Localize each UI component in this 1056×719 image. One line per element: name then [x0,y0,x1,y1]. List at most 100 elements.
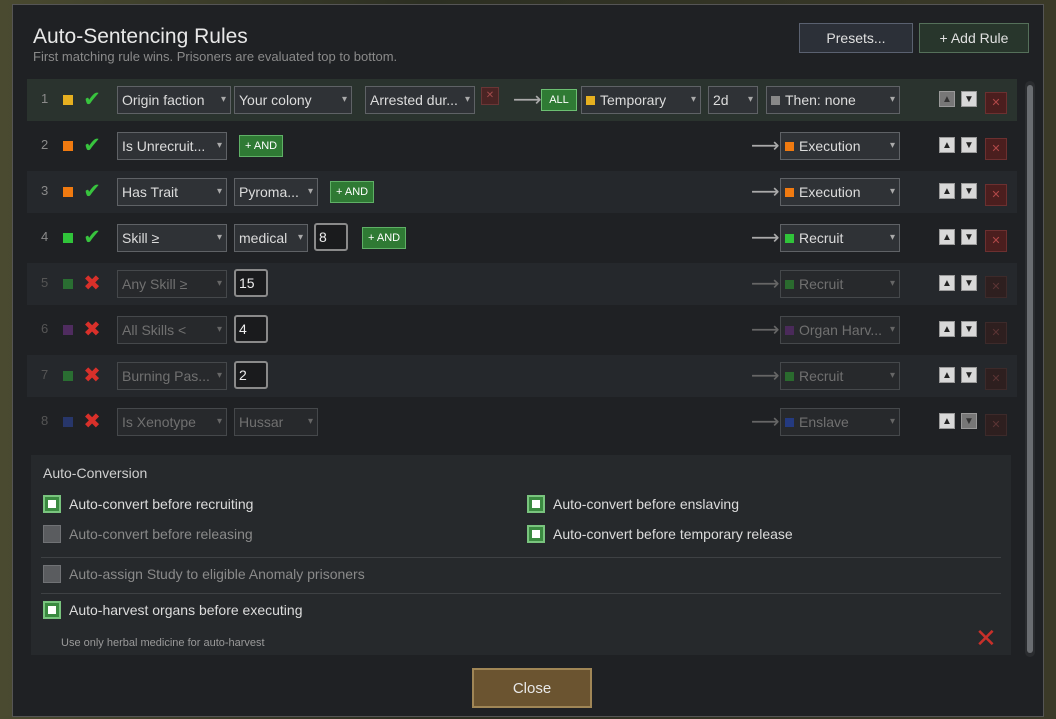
checkmark-icon[interactable]: ✔ [81,179,103,205]
rule-row-6[interactable]: 6 ✖ All Skills < 4 ⟶ Organ Harv... ▲ ▼ ✕ [27,309,1017,351]
rule-row-5[interactable]: 5 ✖ Any Skill ≥ 15 ⟶ Recruit ▲ ▼ ✕ [27,263,1017,305]
rule-number: 6 [41,321,49,336]
cross-icon[interactable]: ✖ [81,363,103,389]
delete-rule-button[interactable]: ✕ [985,230,1007,252]
move-up-button[interactable]: ▲ [939,229,955,245]
condition-value-dropdown[interactable]: medical [234,224,308,252]
color-swatch[interactable] [63,141,73,151]
action-dropdown[interactable]: Execution [780,132,900,160]
condition-type-dropdown[interactable]: Any Skill ≥ [117,270,227,298]
move-up-button[interactable]: ▲ [939,137,955,153]
rule-row-2[interactable]: 2 ✔ Is Unrecruit... + AND ⟶ Execution ▲ … [27,125,1017,167]
move-down-button[interactable]: ▼ [961,321,977,337]
color-swatch[interactable] [63,233,73,243]
rule-row-7[interactable]: 7 ✖ Burning Pas... 2 ⟶ Recruit ▲ ▼ ✕ [27,355,1017,397]
convert-before-temporary-checkbox[interactable] [527,525,545,543]
condition-type-dropdown[interactable]: All Skills < [117,316,227,344]
delete-rule-button[interactable]: ✕ [985,184,1007,206]
action-dropdown[interactable]: Temporary [581,86,701,114]
move-down-button[interactable]: ▼ [961,137,977,153]
condition-type-dropdown[interactable]: Skill ≥ [117,224,227,252]
condition-type-dropdown[interactable]: Origin faction [117,86,231,114]
action-dropdown[interactable]: Organ Harv... [780,316,900,344]
move-up-button[interactable]: ▲ [939,413,955,429]
action-dropdown[interactable]: Enslave [780,408,900,436]
delete-rule-button[interactable]: ✕ [985,414,1007,436]
add-and-button[interactable]: + AND [330,181,375,203]
convert-before-enslaving-checkbox[interactable] [527,495,545,513]
rule-row-8[interactable]: 8 ✖ Is Xenotype Hussar ⟶ Enslave ▲ ▼ ✕ [27,401,1017,443]
rule-number: 3 [41,183,49,198]
color-swatch[interactable] [63,279,73,289]
presets-button[interactable]: Presets... [799,23,913,53]
checkmark-icon[interactable]: ✔ [81,225,103,251]
color-swatch[interactable] [63,325,73,335]
assign-study-checkbox[interactable] [43,565,61,583]
move-up-button[interactable]: ▲ [939,367,955,383]
rule-row-3[interactable]: 3 ✔ Has Trait Pyroma... + AND ⟶ Executio… [27,171,1017,213]
color-swatch[interactable] [63,187,73,197]
harvest-organs-checkbox[interactable] [43,601,61,619]
move-down-button[interactable]: ▼ [961,413,977,429]
move-down-button[interactable]: ▼ [961,183,977,199]
add-and-button[interactable]: + AND [362,227,407,249]
move-up-button[interactable]: ▲ [939,91,955,107]
condition-extra-dropdown[interactable]: Arrested dur... [365,86,475,114]
condition-type-dropdown[interactable]: Is Xenotype [117,408,227,436]
add-rule-button[interactable]: + Add Rule [919,23,1029,53]
move-down-button[interactable]: ▼ [961,367,977,383]
move-up-button[interactable]: ▲ [939,183,955,199]
convert-before-releasing-label: Auto-convert before releasing [69,526,253,542]
value-input[interactable]: 8 [314,223,348,251]
color-swatch[interactable] [63,371,73,381]
action-dropdown[interactable]: Recruit [780,224,900,252]
condition-value-dropdown[interactable]: Hussar [234,408,318,436]
delete-rule-button[interactable]: ✕ [985,322,1007,344]
value-input[interactable]: 4 [234,315,268,343]
convert-before-releasing-checkbox[interactable] [43,525,61,543]
convert-before-recruiting-checkbox[interactable] [43,495,61,513]
action-dropdown[interactable]: Recruit [780,270,900,298]
all-toggle-button[interactable]: ALL [541,89,577,111]
color-swatch[interactable] [63,417,73,427]
move-down-button[interactable]: ▼ [961,275,977,291]
divider [41,557,1001,558]
action-label: Recruit [799,276,844,292]
arrow-right-icon: ⟶ [751,181,780,203]
delete-rule-button[interactable]: ✕ [985,368,1007,390]
delete-rule-button[interactable]: ✕ [985,92,1007,114]
delete-rule-button[interactable]: ✕ [985,138,1007,160]
herbal-medicine-disabled-icon[interactable]: ✕ [975,623,997,654]
herbal-medicine-option[interactable]: Use only herbal medicine for auto-harves… [61,637,265,649]
checkmark-icon[interactable]: ✔ [81,133,103,159]
rule-number: 5 [41,275,49,290]
rule-row-1[interactable]: 1 ✔ Origin faction Your colony Arrested … [27,79,1017,121]
condition-type-dropdown[interactable]: Burning Pas... [117,362,227,390]
move-up-button[interactable]: ▲ [939,321,955,337]
color-swatch[interactable] [63,95,73,105]
then-dropdown[interactable]: Then: none [766,86,900,114]
cross-icon[interactable]: ✖ [81,409,103,435]
condition-value-dropdown[interactable]: Your colony [234,86,352,114]
cross-icon[interactable]: ✖ [81,271,103,297]
cross-icon[interactable]: ✖ [81,317,103,343]
action-dropdown[interactable]: Execution [780,178,900,206]
condition-type-dropdown[interactable]: Has Trait [117,178,227,206]
move-down-button[interactable]: ▼ [961,229,977,245]
scrollbar-thumb[interactable] [1027,85,1033,653]
close-button[interactable]: Close [472,668,592,708]
add-and-button[interactable]: + AND [239,135,284,157]
value-input[interactable]: 15 [234,269,268,297]
rule-row-4[interactable]: 4 ✔ Skill ≥ medical 8 + AND ⟶ Recruit ▲ … [27,217,1017,259]
action-dropdown[interactable]: Recruit [780,362,900,390]
remove-condition-button[interactable]: ✕ [481,87,499,105]
duration-dropdown[interactable]: 2d [708,86,758,114]
condition-type-dropdown[interactable]: Is Unrecruit... [117,132,227,160]
action-color-swatch [586,96,595,105]
checkmark-icon[interactable]: ✔ [81,87,103,113]
move-down-button[interactable]: ▼ [961,91,977,107]
value-input[interactable]: 2 [234,361,268,389]
condition-value-dropdown[interactable]: Pyroma... [234,178,318,206]
move-up-button[interactable]: ▲ [939,275,955,291]
delete-rule-button[interactable]: ✕ [985,276,1007,298]
